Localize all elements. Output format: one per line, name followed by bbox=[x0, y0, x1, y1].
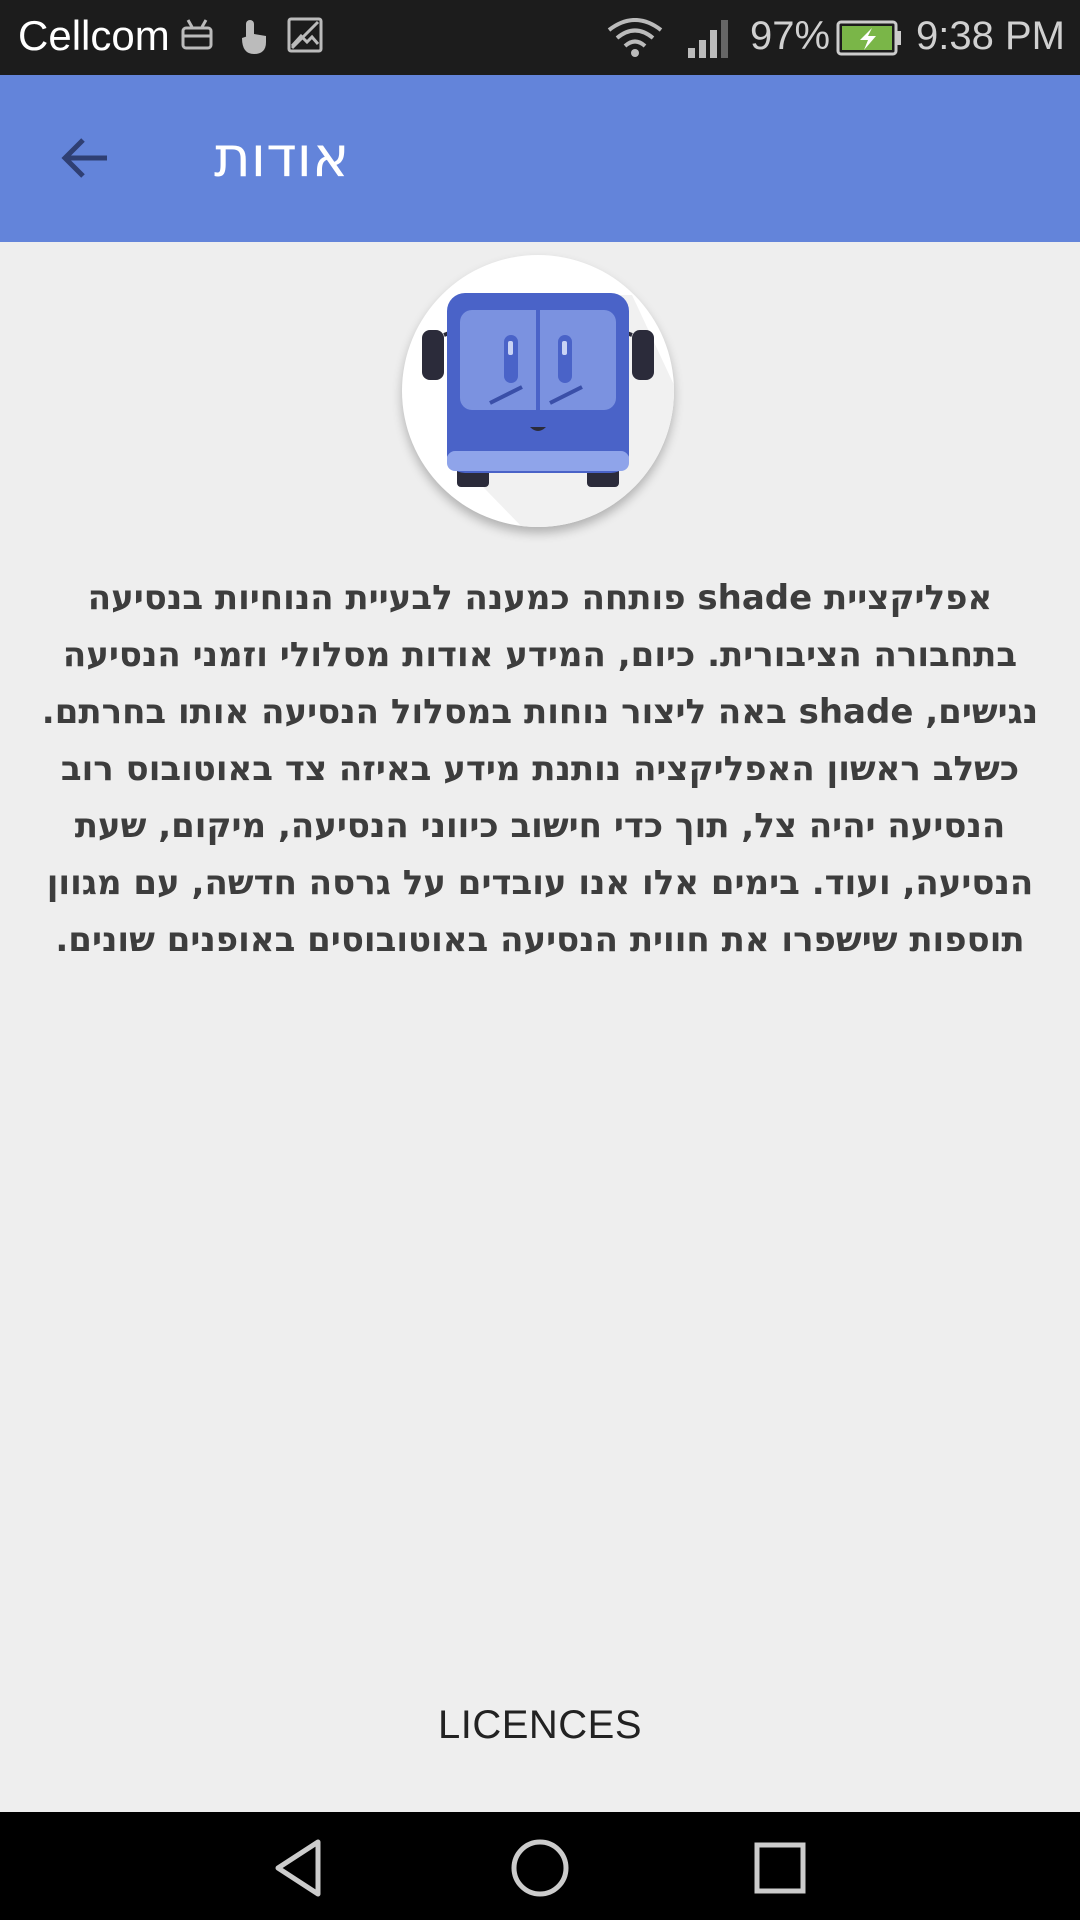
nav-back-button[interactable] bbox=[268, 1836, 332, 1900]
touch-icon bbox=[234, 16, 272, 60]
navigation-bar bbox=[0, 1812, 1080, 1920]
arrow-back-icon bbox=[57, 130, 113, 190]
app-bar: אודות bbox=[0, 75, 1080, 242]
licences-button[interactable]: LICENCES bbox=[390, 1685, 690, 1765]
app-logo bbox=[402, 255, 674, 527]
nav-home-icon bbox=[508, 1839, 572, 1904]
nav-recents-button[interactable] bbox=[748, 1836, 812, 1900]
wifi-icon bbox=[606, 18, 664, 62]
clock: 9:38 PM bbox=[916, 14, 1065, 58]
image-icon bbox=[286, 16, 324, 58]
status-bar: Cellcom 97% 9:38 PM bbox=[0, 0, 1080, 75]
about-text: אפליקציית shade פותחה כמענה לבעיית הנוחי… bbox=[41, 578, 1039, 960]
android-debug-icon bbox=[178, 16, 216, 58]
battery-charging-icon bbox=[836, 20, 902, 60]
carrier-name: Cellcom bbox=[18, 12, 170, 59]
signal-icon bbox=[686, 18, 734, 62]
nav-home-button[interactable] bbox=[508, 1836, 572, 1900]
nav-back-icon bbox=[268, 1839, 332, 1904]
bus-logo-icon bbox=[402, 293, 674, 527]
page-title: אודות bbox=[214, 125, 350, 190]
battery-percent: 97% bbox=[750, 14, 831, 58]
nav-recents-icon bbox=[748, 1842, 812, 1904]
back-button[interactable] bbox=[40, 115, 130, 205]
